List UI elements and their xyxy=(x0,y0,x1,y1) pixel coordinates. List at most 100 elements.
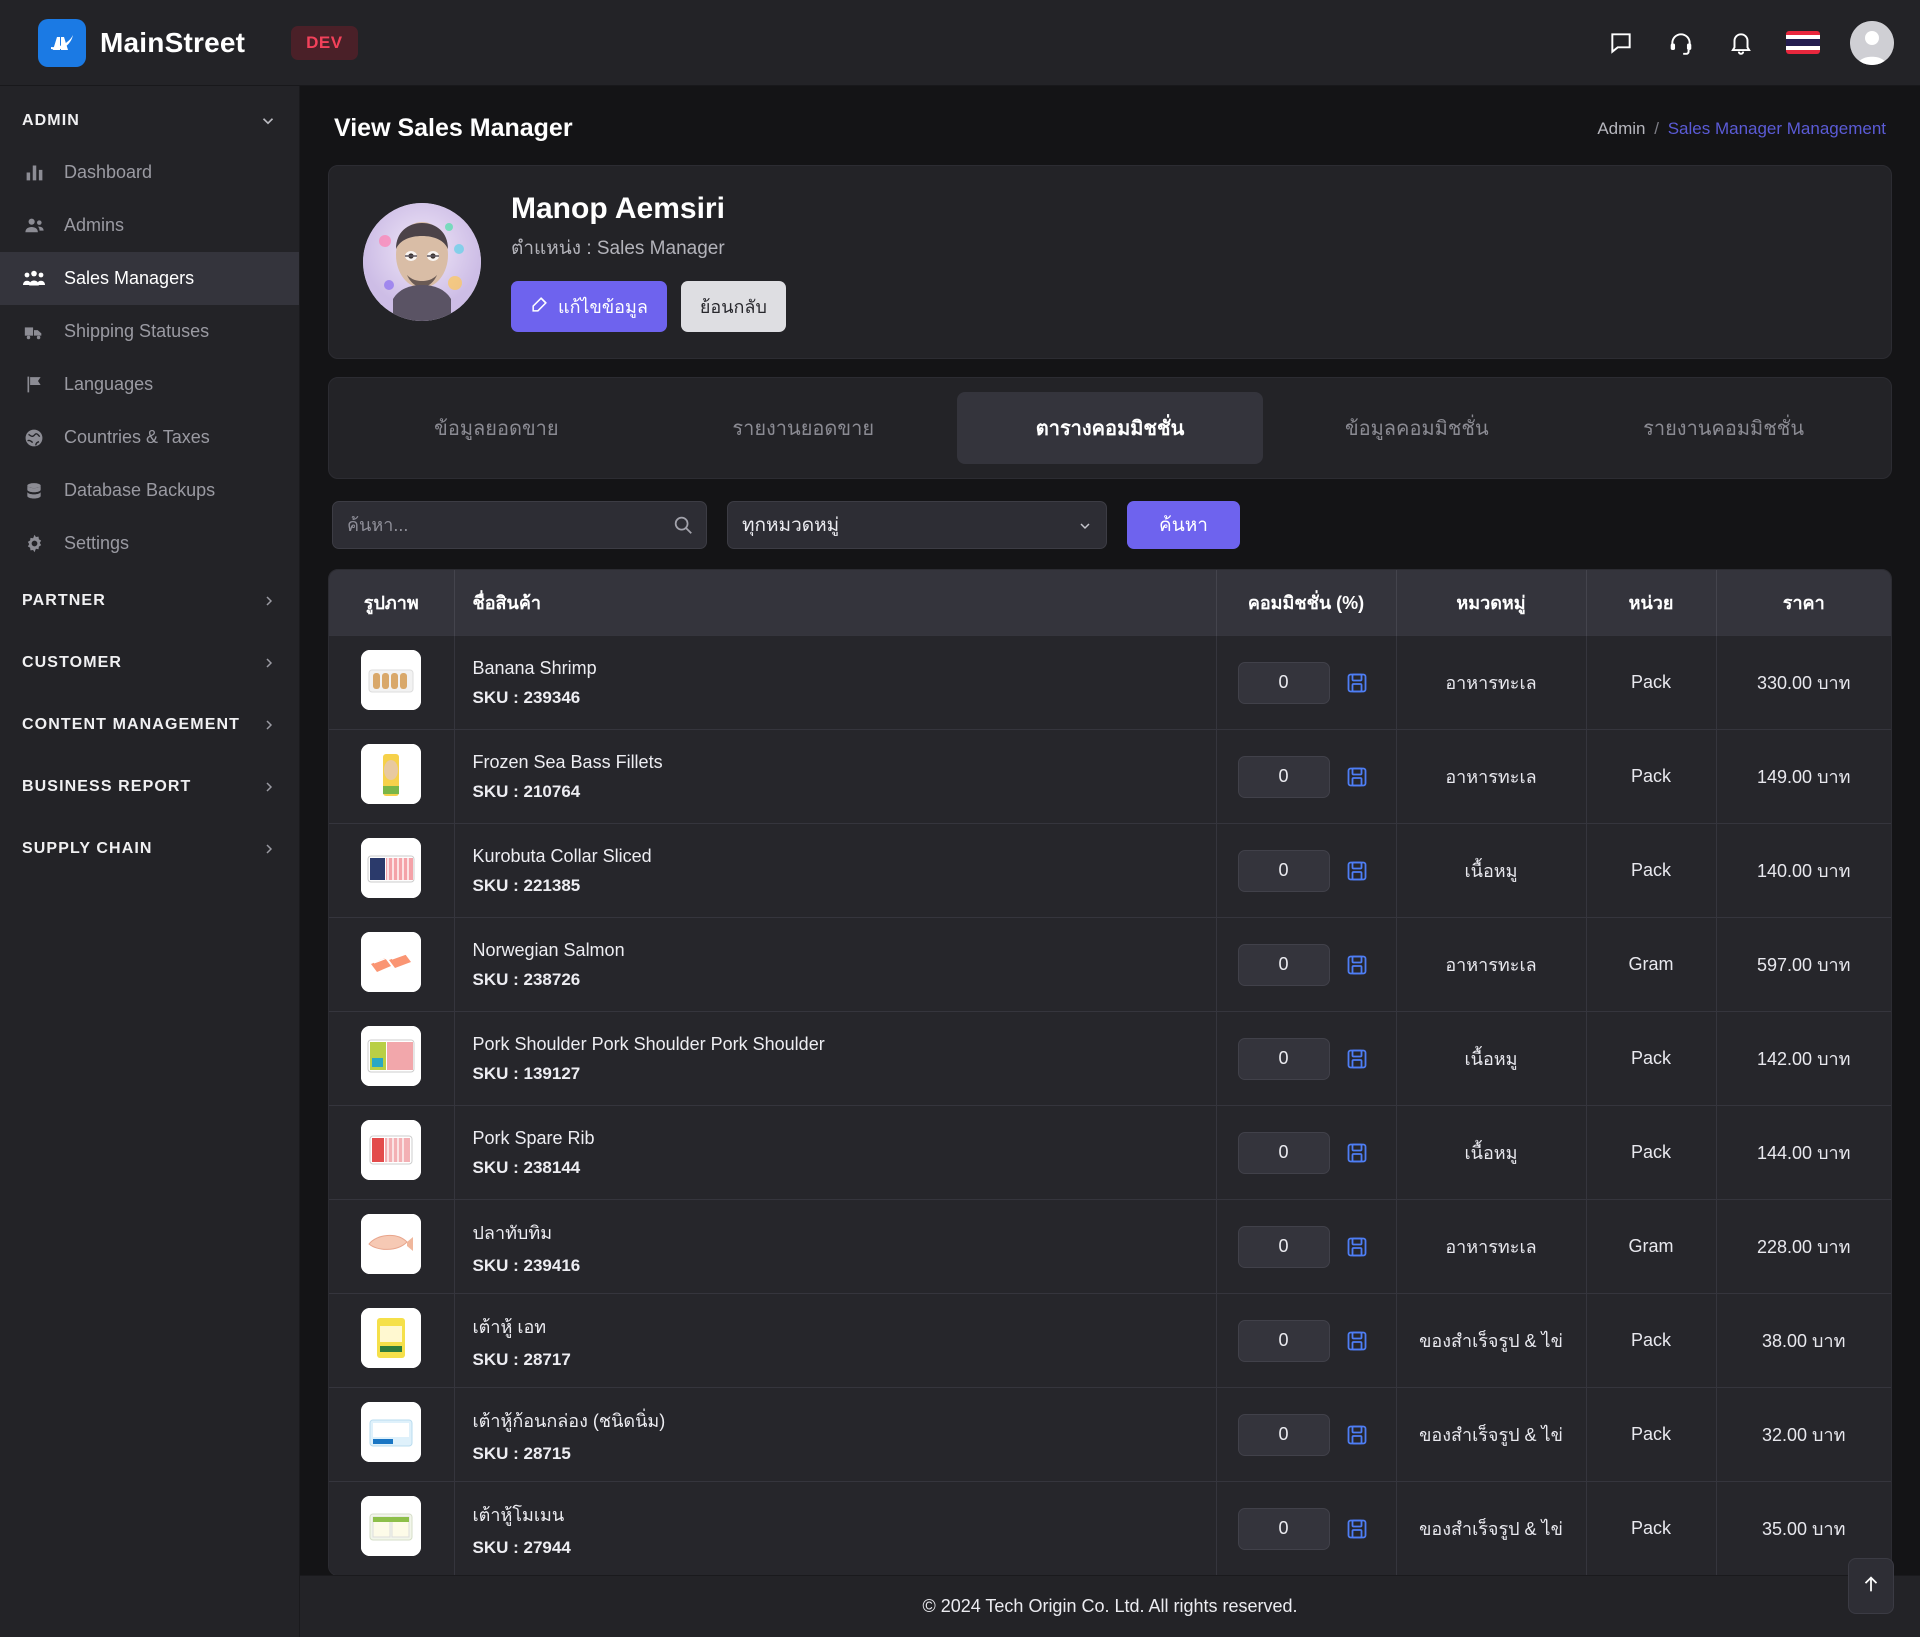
save-commission-button[interactable] xyxy=(1339,1511,1375,1547)
save-commission-button[interactable] xyxy=(1339,853,1375,889)
thai-flag-icon[interactable] xyxy=(1786,31,1820,54)
col-price: ราคา xyxy=(1716,570,1891,636)
truck-icon xyxy=(22,321,46,343)
cell-commission xyxy=(1216,917,1397,1012)
sidebar-item-shipping-statuses[interactable]: Shipping Statuses xyxy=(0,305,299,358)
edit-button[interactable]: แก้ไขข้อมูล xyxy=(511,281,667,332)
save-commission-button[interactable] xyxy=(1339,1229,1375,1265)
product-name: เต้าหู้โมเมน xyxy=(472,1504,565,1525)
breadcrumb-current[interactable]: Sales Manager Management xyxy=(1668,119,1886,138)
chevron-right-icon xyxy=(261,841,277,857)
sidebar-group-admin[interactable]: ADMIN xyxy=(0,96,299,146)
breadcrumb-separator: / xyxy=(1654,118,1659,138)
tab-sales-data[interactable]: ข้อมูลยอดขาย xyxy=(343,392,650,464)
commission-input[interactable] xyxy=(1237,755,1330,798)
save-commission-button[interactable] xyxy=(1339,1417,1375,1453)
product-thumbnail[interactable] xyxy=(361,1496,422,1556)
product-sku: SKU : 238726 xyxy=(472,969,581,989)
cell-commission xyxy=(1216,635,1397,730)
product-thumbnail[interactable] xyxy=(361,1402,422,1462)
product-thumbnail[interactable] xyxy=(361,1026,422,1086)
sidebar-item-dashboard[interactable]: Dashboard xyxy=(0,146,299,199)
table-body: Banana ShrimpSKU : 239346อาหารทะเลPack33… xyxy=(329,635,1891,1575)
save-commission-button[interactable] xyxy=(1339,947,1375,983)
cell-unit: Pack xyxy=(1586,729,1717,824)
cell-commission xyxy=(1216,823,1397,918)
sidebar-item-sales-managers[interactable]: Sales Managers xyxy=(0,252,299,305)
commission-input[interactable] xyxy=(1237,1413,1330,1456)
search-input[interactable] xyxy=(332,501,707,549)
chevron-right-icon xyxy=(261,593,277,609)
commission-input[interactable] xyxy=(1237,661,1330,704)
product-name: เต้าหู้ก้อนกล่อง (ชนิดนิ่ม) xyxy=(472,1410,666,1431)
cell-price: 32.00 บาท xyxy=(1716,1387,1891,1482)
col-unit: หน่วย xyxy=(1586,570,1717,636)
flag-icon xyxy=(22,374,46,395)
sidebar-section-customer[interactable]: CUSTOMER xyxy=(0,632,299,694)
search-button[interactable]: ค้นหา xyxy=(1127,501,1240,549)
commission-input[interactable] xyxy=(1237,1507,1330,1550)
sidebar-item-languages[interactable]: Languages xyxy=(0,358,299,411)
mainstreet-logo-icon xyxy=(38,18,86,67)
product-thumbnail[interactable] xyxy=(361,932,422,992)
product-thumbnail[interactable] xyxy=(361,838,422,898)
product-thumbnail[interactable] xyxy=(361,650,422,710)
sidebar-section-business-report[interactable]: BUSINESS REPORT xyxy=(0,756,299,818)
edit-pencil-icon xyxy=(530,295,549,319)
brand[interactable]: MainStreet xyxy=(38,18,245,67)
product-name: Frozen Sea Bass Fillets xyxy=(472,751,663,772)
scroll-to-top-button[interactable] xyxy=(1848,1558,1894,1614)
save-commission-button[interactable] xyxy=(1339,1135,1375,1171)
headset-icon[interactable] xyxy=(1666,28,1696,58)
avatar[interactable] xyxy=(1850,20,1894,65)
save-commission-button[interactable] xyxy=(1339,1323,1375,1359)
profile-card: Manop Aemsiri ตำแหน่ง : Sales Manager แก… xyxy=(328,165,1892,359)
sidebar-section-content-management[interactable]: CONTENT MANAGEMENT xyxy=(0,694,299,756)
commission-control xyxy=(1231,1319,1382,1362)
save-commission-button[interactable] xyxy=(1339,759,1375,795)
product-thumbnail[interactable] xyxy=(361,1308,422,1368)
sidebar-item-admins[interactable]: Admins xyxy=(0,199,299,252)
commission-input[interactable] xyxy=(1237,943,1330,986)
commission-input[interactable] xyxy=(1237,1319,1330,1362)
sidebar-item-database-backups[interactable]: Database Backups xyxy=(0,464,299,517)
product-name: ปลาทับทิม xyxy=(472,1222,553,1243)
cell-commission xyxy=(1216,1011,1397,1106)
tab-commission-data[interactable]: ข้อมูลคอมมิชชั่น xyxy=(1263,392,1570,464)
sidebar-item-countries-taxes[interactable]: Countries & Taxes xyxy=(0,411,299,464)
cell-image xyxy=(329,823,455,918)
sidebar-item-settings[interactable]: Settings xyxy=(0,517,299,570)
sidebar-section-partner[interactable]: PARTNER xyxy=(0,570,299,632)
tab-commission-report[interactable]: รายงานคอมมิชชั่น xyxy=(1570,392,1877,464)
category-select[interactable]: ทุกหมวดหมู่ xyxy=(727,501,1107,549)
product-thumbnail[interactable] xyxy=(361,744,422,804)
commission-input[interactable] xyxy=(1237,1037,1330,1080)
table-row: Norwegian Salmon SKU : 238726 อาหารทะเลGra… xyxy=(329,917,1891,1012)
search-icon[interactable] xyxy=(672,514,694,541)
cell-price: 228.00 บาท xyxy=(1716,1199,1891,1294)
gear-icon xyxy=(22,533,46,554)
product-sku: SKU : 239346 xyxy=(472,687,581,707)
commission-input[interactable] xyxy=(1237,1131,1330,1174)
cell-unit: Pack xyxy=(1586,1105,1717,1200)
sidebar-section-supply-chain[interactable]: SUPPLY CHAIN xyxy=(0,818,299,880)
commission-input[interactable] xyxy=(1237,1225,1330,1268)
breadcrumb-root[interactable]: Admin xyxy=(1597,119,1645,138)
tab-sales-report[interactable]: รายงานยอดขาย xyxy=(650,392,957,464)
tab-commission-table[interactable]: ตารางคอมมิชชั่น xyxy=(956,392,1264,464)
col-category: หมวดหมู่ xyxy=(1396,570,1587,636)
commission-input[interactable] xyxy=(1237,849,1330,892)
back-button[interactable]: ย้อนกลับ xyxy=(680,281,786,332)
bell-icon[interactable] xyxy=(1726,28,1756,58)
cell-price: 144.00 บาท xyxy=(1716,1105,1891,1200)
chat-icon[interactable] xyxy=(1606,28,1636,58)
tabs-bar: ข้อมูลยอดขาย รายงานยอดขาย ตารางคอมมิชชั่… xyxy=(328,377,1892,479)
save-commission-button[interactable] xyxy=(1339,1041,1375,1077)
product-thumbnail[interactable] xyxy=(361,1120,422,1180)
sidebar-item-label: Countries & Taxes xyxy=(64,427,210,447)
save-commission-button[interactable] xyxy=(1339,665,1375,701)
product-thumbnail[interactable] xyxy=(361,1214,422,1274)
edit-button-label: แก้ไขข้อมูล xyxy=(558,297,648,317)
profile-role: ตำแหน่ง : Sales Manager xyxy=(511,238,725,259)
breadcrumb: Admin / Sales Manager Management xyxy=(1597,119,1886,139)
